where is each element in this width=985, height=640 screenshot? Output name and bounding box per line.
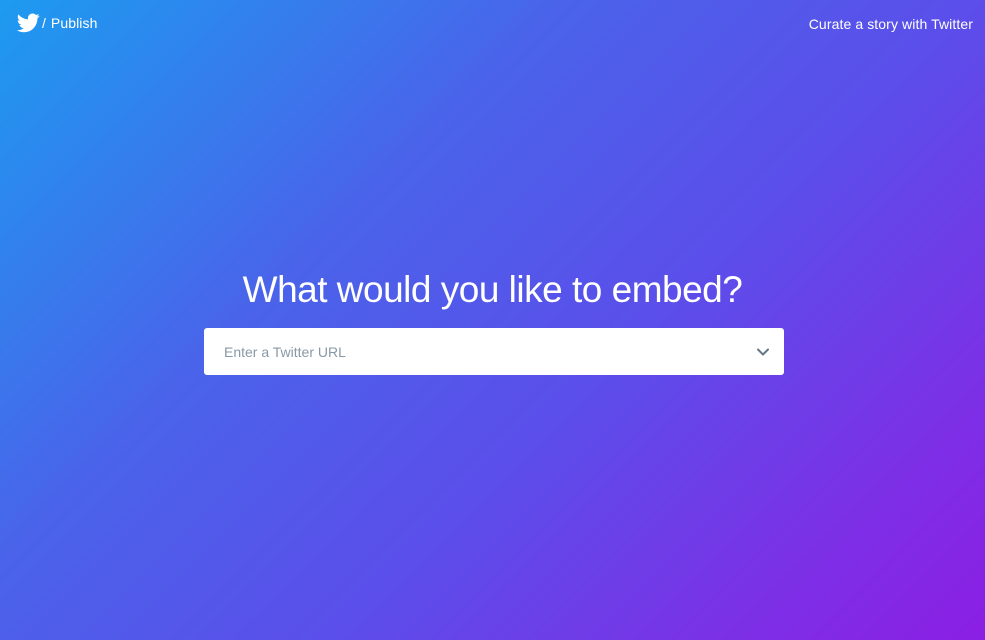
twitter-url-input[interactable] [204, 328, 744, 375]
curate-story-link[interactable]: Curate a story with Twitter [809, 16, 973, 32]
twitter-bird-icon [17, 13, 40, 33]
brand-label: Publish [50, 15, 98, 31]
url-input-box [204, 328, 784, 375]
hero: What would you like to embed? [0, 268, 985, 312]
publish-home-link[interactable]: / Publish [17, 13, 98, 33]
page-title: What would you like to embed? [242, 269, 743, 310]
chevron-down-icon[interactable] [756, 345, 770, 359]
brand-separator: / [42, 15, 46, 31]
top-bar: / Publish Curate a story with Twitter [0, 0, 985, 48]
